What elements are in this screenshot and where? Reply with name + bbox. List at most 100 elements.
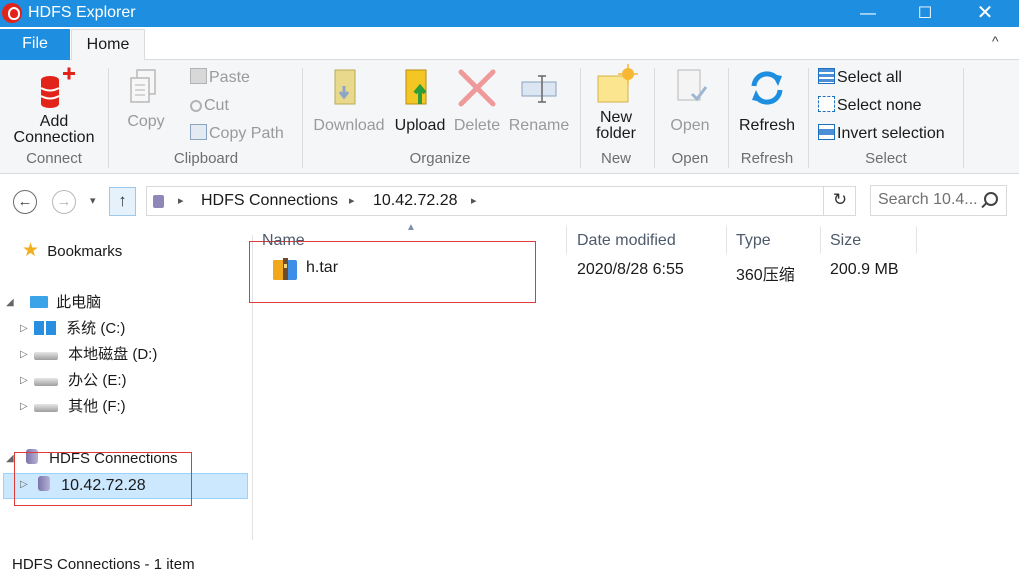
breadcrumb-chevron[interactable]: ▸ — [471, 194, 477, 207]
invert-selection-button[interactable]: Invert selection — [818, 124, 945, 144]
collapsed-arrow-icon[interactable]: ▷ — [20, 349, 28, 360]
tree-label: 此电脑 — [56, 294, 102, 311]
group-label-new: New — [600, 150, 631, 167]
column-separator[interactable] — [820, 226, 821, 254]
copy-path-button[interactable]: Copy Path — [190, 124, 284, 144]
minimize-button[interactable]: — — [845, 0, 891, 27]
close-button[interactable]: ✕ — [962, 0, 1008, 27]
ribbon-divider — [728, 68, 729, 168]
ribbon-divider — [808, 68, 809, 168]
tree-item-drive-e[interactable]: 办公 (E:) — [34, 369, 127, 393]
cut-button[interactable]: Cut — [190, 96, 229, 116]
tree-label: 本地磁盘 (D:) — [68, 346, 158, 363]
download-label: Download — [313, 117, 385, 134]
scissors-icon — [190, 100, 202, 112]
column-header-size[interactable]: Size — [830, 232, 861, 250]
copy-icon — [130, 69, 156, 103]
refresh-button[interactable]: Refresh — [734, 64, 800, 134]
recent-locations-dropdown[interactable]: ▾ — [90, 194, 96, 207]
tree-item-this-pc[interactable]: 此电脑 — [30, 291, 101, 315]
title-bar: HDFS Explorer — ☐ ✕ — [0, 0, 1019, 27]
tree-item-bookmarks[interactable]: ★ Bookmarks — [22, 239, 122, 263]
breadcrumb-hdfs-connections[interactable]: HDFS Connections — [201, 192, 338, 210]
delete-icon — [458, 69, 496, 107]
tab-home[interactable]: Home — [71, 29, 145, 61]
tree-label: 其他 (F:) — [68, 398, 126, 415]
open-button[interactable]: Open — [662, 64, 718, 134]
copy-button[interactable]: Copy — [118, 64, 174, 130]
select-none-label: Select none — [837, 97, 922, 114]
up-button[interactable]: ↑ — [109, 187, 136, 216]
select-all-label: Select all — [837, 69, 902, 86]
drive-icon — [34, 352, 58, 360]
search-input[interactable]: Search 10.4... — [878, 191, 978, 209]
invert-selection-label: Invert selection — [837, 125, 945, 142]
collapsed-arrow-icon[interactable]: ▷ — [20, 323, 28, 334]
add-connection-button[interactable]: Add Connection — [8, 64, 100, 146]
tree-item-drive-d[interactable]: 本地磁盘 (D:) — [34, 343, 157, 367]
group-label-select: Select — [865, 150, 907, 167]
search-icon[interactable] — [984, 192, 998, 206]
copy-path-icon — [190, 124, 207, 140]
address-refresh-button[interactable]: ↻ — [823, 186, 856, 216]
upload-icon — [405, 69, 427, 105]
select-all-icon — [818, 68, 835, 84]
column-header-date[interactable]: Date modified — [577, 232, 676, 250]
status-bar-text: HDFS Connections - 1 item — [12, 556, 195, 573]
delete-label: Delete — [453, 117, 501, 134]
add-connection-label-2: Connection — [13, 129, 95, 146]
tab-file[interactable]: File — [0, 29, 70, 60]
select-all-button[interactable]: Select all — [818, 68, 902, 88]
column-separator[interactable] — [566, 226, 567, 254]
open-label: Open — [670, 117, 710, 134]
refresh-label: Refresh — [738, 117, 796, 134]
expanded-arrow-icon[interactable]: ◢ — [6, 297, 14, 308]
breadcrumb-connection[interactable]: 10.42.72.28 — [373, 192, 458, 210]
paste-label: Paste — [209, 69, 250, 86]
tree-item-drive-c[interactable]: 系统 (C:) — [34, 317, 125, 341]
copy-label: Copy — [127, 113, 165, 130]
tree-label: Bookmarks — [47, 243, 123, 260]
windows-drive-icon — [34, 321, 56, 335]
back-button[interactable]: ← — [13, 190, 37, 214]
breadcrumb-chevron[interactable]: ▸ — [349, 194, 355, 207]
forward-button[interactable]: → — [52, 190, 76, 214]
rename-icon — [521, 75, 557, 103]
drive-icon — [34, 378, 58, 386]
new-folder-button[interactable]: New folder — [588, 64, 644, 142]
collapsed-arrow-icon[interactable]: ▷ — [20, 375, 28, 386]
open-file-icon — [677, 69, 708, 102]
star-icon: ★ — [22, 240, 40, 261]
add-connection-icon — [40, 67, 75, 108]
refresh-icon — [751, 71, 783, 105]
collapsed-arrow-icon[interactable]: ▷ — [20, 401, 28, 412]
select-none-icon — [818, 96, 835, 112]
search-box[interactable]: Search 10.4... — [870, 185, 1007, 216]
expanded-arrow-icon[interactable]: ◢ — [6, 453, 14, 464]
archive-file-icon — [273, 258, 297, 280]
paste-button[interactable]: Paste — [190, 68, 250, 88]
database-icon — [153, 195, 164, 208]
column-header-type[interactable]: Type — [736, 232, 771, 250]
maximize-button[interactable]: ☐ — [902, 0, 948, 27]
group-label-open: Open — [671, 150, 709, 167]
select-none-button[interactable]: Select none — [818, 96, 922, 116]
breadcrumb-chevron[interactable]: ▸ — [178, 194, 184, 207]
rename-button[interactable]: Rename — [508, 64, 570, 134]
address-bar[interactable]: ▸ HDFS Connections ▸ 10.42.72.28 ▸ — [146, 186, 856, 216]
column-separator[interactable] — [916, 226, 917, 254]
column-header-name[interactable]: Name — [262, 232, 305, 250]
navigation-bar: ← → ▾ ↑ ▸ HDFS Connections ▸ 10.42.72.28… — [0, 174, 1019, 224]
highlight-box — [14, 452, 192, 506]
column-separator[interactable] — [726, 226, 727, 254]
upload-button[interactable]: Upload — [392, 64, 448, 134]
ribbon-divider — [654, 68, 655, 168]
upload-label: Upload — [394, 117, 446, 134]
file-name[interactable]: h.tar — [306, 259, 338, 277]
delete-button[interactable]: Delete — [452, 64, 502, 134]
tree-item-drive-f[interactable]: 其他 (F:) — [34, 395, 126, 419]
ribbon-collapse-button[interactable]: ^ — [992, 33, 999, 49]
cut-label: Cut — [204, 97, 229, 114]
download-button[interactable]: Download — [310, 64, 388, 134]
tree-label: 系统 (C:) — [66, 320, 126, 337]
